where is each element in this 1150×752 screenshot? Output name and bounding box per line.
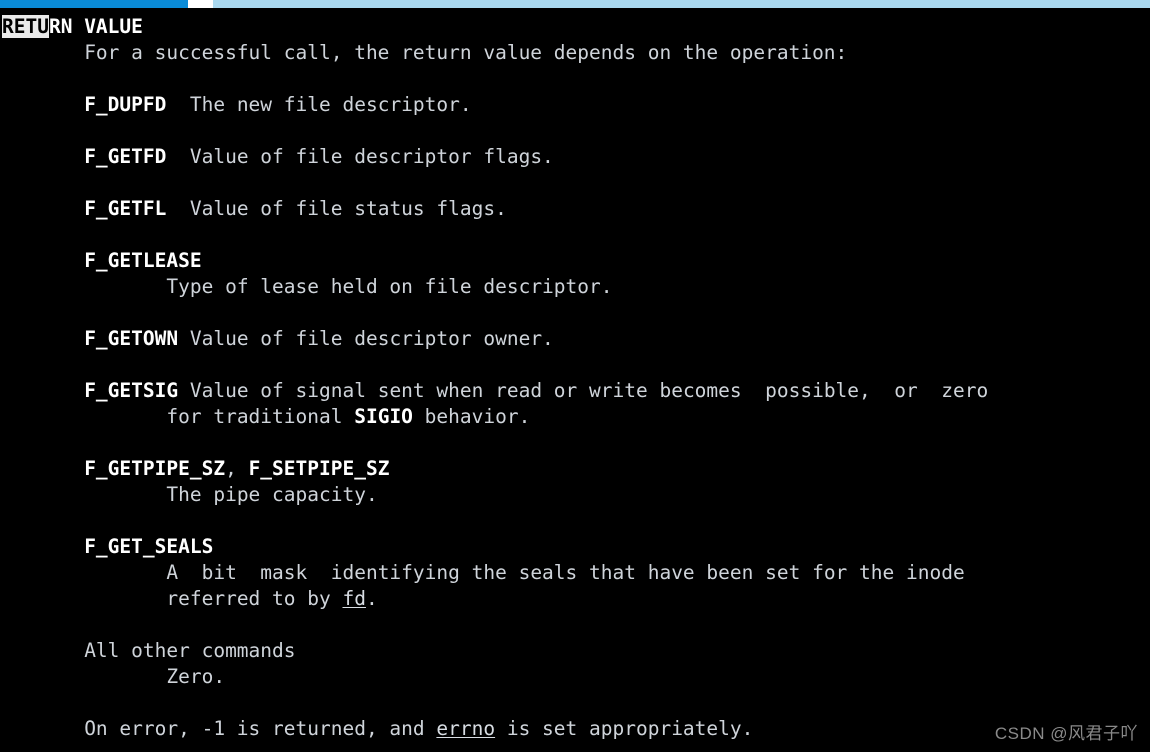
- term-f-getfd: F_GETFD: [84, 145, 167, 168]
- term-f-getfl: F_GETFL: [84, 197, 167, 220]
- term-separator: ,: [225, 457, 249, 480]
- term-f-dupfd: F_DUPFD: [84, 93, 167, 116]
- terminal-window[interactable]: RETURN VALUE For a successful call, the …: [0, 8, 1150, 752]
- progress-filled-segment: [0, 0, 188, 8]
- desc-f-get-seals-line2-prefix: referred to by: [166, 587, 343, 610]
- term-f-setpipe-sz: F_SETPIPE_SZ: [248, 457, 390, 480]
- text-selection-highlight[interactable]: RETU: [2, 15, 49, 38]
- term-f-getpipe-sz: F_GETPIPE_SZ: [84, 457, 226, 480]
- term-all-other-commands: All other commands: [84, 639, 296, 662]
- term-f-getown: F_GETOWN: [84, 327, 179, 350]
- sigio-keyword: SIGIO: [354, 405, 413, 428]
- term-f-getlease: F_GETLEASE: [84, 249, 202, 272]
- fd-parameter: fd: [342, 587, 366, 610]
- man-page-content[interactable]: RETURN VALUE For a successful call, the …: [0, 8, 1150, 742]
- progress-gap-segment: [188, 0, 213, 8]
- error-line-suffix: is set appropriately.: [495, 717, 754, 740]
- desc-f-get-seals-line1: A bit mask identifying the seals that ha…: [166, 561, 965, 584]
- term-f-getsig: F_GETSIG: [84, 379, 179, 402]
- desc-all-other-commands: Zero.: [166, 665, 226, 688]
- desc-f-pipe-sz: The pipe capacity.: [166, 483, 378, 506]
- errno-reference: errno: [436, 717, 496, 740]
- desc-f-dupfd: The new file descriptor.: [189, 93, 472, 116]
- desc-f-getsig-cont-prefix: for traditional: [166, 405, 355, 428]
- desc-f-getfd: Value of file descriptor flags.: [189, 145, 554, 168]
- desc-f-getsig: Value of signal sent when read or write …: [189, 379, 989, 402]
- section-heading: RETURN VALUE: [2, 15, 143, 38]
- desc-f-getlease: Type of lease held on file descriptor.: [166, 275, 613, 298]
- section-heading-rest: RN VALUE: [48, 15, 143, 38]
- page-load-progress-bar[interactable]: [0, 0, 1150, 8]
- desc-f-getfl: Value of file status flags.: [189, 197, 507, 220]
- intro-paragraph: For a successful call, the return value …: [84, 41, 848, 64]
- progress-track-segment: [213, 0, 1150, 8]
- term-f-get-seals: F_GET_SEALS: [84, 535, 214, 558]
- desc-f-get-seals-line2-suffix: .: [365, 587, 378, 610]
- desc-f-getsig-cont-suffix: behavior.: [412, 405, 531, 428]
- error-line-prefix: On error, -1 is returned, and: [84, 717, 437, 740]
- desc-f-getown: Value of file descriptor owner.: [189, 327, 554, 350]
